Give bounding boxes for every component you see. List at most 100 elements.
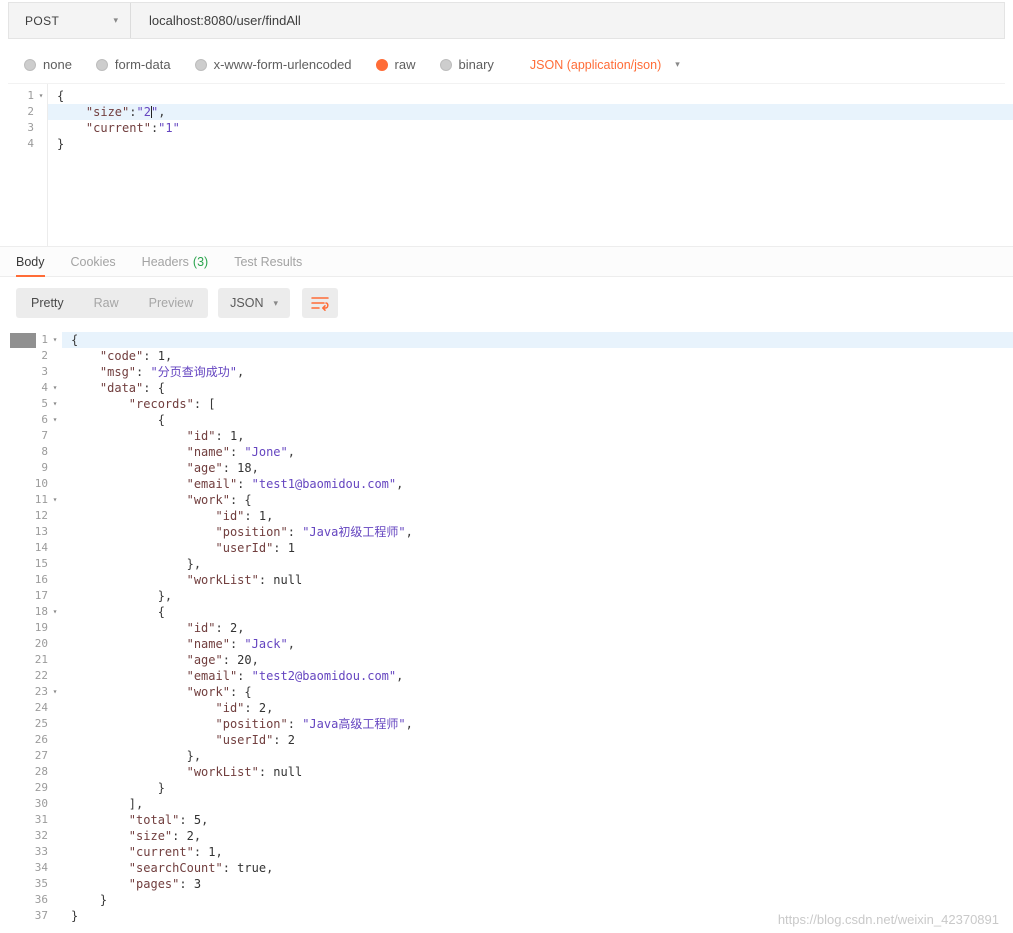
fold-toggle-icon[interactable]: ▾ <box>48 380 62 396</box>
code-text[interactable]: "code": 1, <box>62 348 1013 364</box>
code-line[interactable]: 1▾{ <box>8 332 1013 348</box>
fold-toggle-icon[interactable]: ▾ <box>48 492 62 508</box>
code-line[interactable]: 3 "msg": "分页查询成功", <box>8 364 1013 380</box>
code-line[interactable]: 17 }, <box>8 588 1013 604</box>
code-text[interactable]: "userId": 2 <box>62 732 1013 748</box>
code-text[interactable]: "position": "Java高级工程师", <box>62 716 1013 732</box>
fold-toggle-icon[interactable]: ▾ <box>34 88 48 104</box>
code-line[interactable]: 32 "size": 2, <box>8 828 1013 844</box>
code-line[interactable]: 26 "userId": 2 <box>8 732 1013 748</box>
code-text[interactable]: "work": { <box>62 684 1013 700</box>
code-text[interactable]: "position": "Java初级工程师", <box>62 524 1013 540</box>
body-type-urlencoded[interactable]: x-www-form-urlencoded <box>195 57 352 72</box>
code-line[interactable]: 13 "position": "Java初级工程师", <box>8 524 1013 540</box>
code-line[interactable]: 31 "total": 5, <box>8 812 1013 828</box>
fold-toggle-icon[interactable]: ▾ <box>48 396 62 412</box>
code-text[interactable]: "id": 2, <box>62 620 1013 636</box>
code-text[interactable]: "email": "test2@baomidou.com", <box>62 668 1013 684</box>
code-line[interactable]: 11▾ "work": { <box>8 492 1013 508</box>
response-body-viewer[interactable]: 1▾{2 "code": 1,3 "msg": "分页查询成功",4▾ "dat… <box>8 330 1013 933</box>
code-text[interactable]: "work": { <box>62 492 1013 508</box>
code-text[interactable]: "current": 1, <box>62 844 1013 860</box>
method-select[interactable]: POST ▾ <box>9 3 131 38</box>
code-text[interactable]: "searchCount": true, <box>62 860 1013 876</box>
code-text[interactable]: } <box>62 892 1013 908</box>
code-text[interactable]: "current":"1" <box>48 120 1013 136</box>
fold-toggle-icon[interactable]: ▾ <box>48 604 62 620</box>
code-line[interactable]: 29 } <box>8 780 1013 796</box>
fold-toggle-icon[interactable]: ▾ <box>48 332 62 348</box>
code-line[interactable]: 4} <box>8 136 1013 152</box>
url-input[interactable]: localhost:8080/user/findAll <box>131 3 1004 38</box>
code-line[interactable]: 8 "name": "Jone", <box>8 444 1013 460</box>
code-text[interactable]: { <box>62 412 1013 428</box>
code-line[interactable]: 22 "email": "test2@baomidou.com", <box>8 668 1013 684</box>
code-text[interactable]: "workList": null <box>62 572 1013 588</box>
code-line[interactable]: 34 "searchCount": true, <box>8 860 1013 876</box>
body-type-form-data[interactable]: form-data <box>96 57 171 72</box>
code-line[interactable]: 7 "id": 1, <box>8 428 1013 444</box>
code-text[interactable]: "userId": 1 <box>62 540 1013 556</box>
code-line[interactable]: 35 "pages": 3 <box>8 876 1013 892</box>
code-line[interactable]: 33 "current": 1, <box>8 844 1013 860</box>
code-text[interactable]: } <box>48 136 1013 152</box>
code-line[interactable]: 2 "code": 1, <box>8 348 1013 364</box>
code-line[interactable]: 14 "userId": 1 <box>8 540 1013 556</box>
code-line[interactable]: 12 "id": 1, <box>8 508 1013 524</box>
code-text[interactable]: "records": [ <box>62 396 1013 412</box>
code-line[interactable]: 27 }, <box>8 748 1013 764</box>
code-line[interactable]: 6▾ { <box>8 412 1013 428</box>
tab-test-results[interactable]: Test Results <box>234 247 302 276</box>
code-line[interactable]: 10 "email": "test1@baomidou.com", <box>8 476 1013 492</box>
code-text[interactable]: "id": 2, <box>62 700 1013 716</box>
tab-headers[interactable]: Headers (3) <box>142 247 209 276</box>
code-line[interactable]: 2 "size":"2", <box>8 104 1013 120</box>
code-text[interactable]: "age": 20, <box>62 652 1013 668</box>
code-text[interactable]: }, <box>62 588 1013 604</box>
code-text[interactable]: "size": 2, <box>62 828 1013 844</box>
format-select[interactable]: JSON ▾ <box>218 288 290 318</box>
code-line[interactable]: 28 "workList": null <box>8 764 1013 780</box>
code-text[interactable]: { <box>48 88 1013 104</box>
code-text[interactable]: "size":"2", <box>48 104 1013 120</box>
body-type-binary[interactable]: binary <box>440 57 494 72</box>
code-line[interactable]: 36 } <box>8 892 1013 908</box>
code-text[interactable]: ], <box>62 796 1013 812</box>
code-text[interactable]: "data": { <box>62 380 1013 396</box>
code-line[interactable]: 20 "name": "Jack", <box>8 636 1013 652</box>
code-text[interactable]: "name": "Jone", <box>62 444 1013 460</box>
wrap-button[interactable] <box>302 288 338 318</box>
code-text[interactable]: { <box>62 604 1013 620</box>
view-pretty[interactable]: Pretty <box>16 288 79 318</box>
code-text[interactable]: "workList": null <box>62 764 1013 780</box>
code-text[interactable]: } <box>62 780 1013 796</box>
view-preview[interactable]: Preview <box>134 288 208 318</box>
code-line[interactable]: 21 "age": 20, <box>8 652 1013 668</box>
code-text[interactable]: }, <box>62 748 1013 764</box>
body-type-raw[interactable]: raw <box>376 57 416 72</box>
fold-toggle-icon[interactable]: ▾ <box>48 412 62 428</box>
code-text[interactable]: "email": "test1@baomidou.com", <box>62 476 1013 492</box>
tab-cookies[interactable]: Cookies <box>71 247 116 276</box>
request-body-editor[interactable]: 1▾{2 "size":"2",3 "current":"1"4} <box>8 84 1013 246</box>
code-line[interactable]: 19 "id": 2, <box>8 620 1013 636</box>
code-line[interactable]: 24 "id": 2, <box>8 700 1013 716</box>
raw-type-select[interactable]: JSON (application/json) ▾ <box>530 58 680 72</box>
code-line[interactable]: 30 ], <box>8 796 1013 812</box>
code-line[interactable]: 1▾{ <box>8 88 1013 104</box>
code-text[interactable]: "name": "Jack", <box>62 636 1013 652</box>
code-line[interactable]: 15 }, <box>8 556 1013 572</box>
code-line[interactable]: 5▾ "records": [ <box>8 396 1013 412</box>
code-text[interactable]: }, <box>62 556 1013 572</box>
code-text[interactable]: "total": 5, <box>62 812 1013 828</box>
code-line[interactable]: 4▾ "data": { <box>8 380 1013 396</box>
view-raw[interactable]: Raw <box>79 288 134 318</box>
fold-toggle-icon[interactable]: ▾ <box>48 684 62 700</box>
code-text[interactable]: "pages": 3 <box>62 876 1013 892</box>
code-line[interactable]: 3 "current":"1" <box>8 120 1013 136</box>
code-line[interactable]: 18▾ { <box>8 604 1013 620</box>
code-line[interactable]: 16 "workList": null <box>8 572 1013 588</box>
code-text[interactable]: { <box>62 332 1013 348</box>
tab-body[interactable]: Body <box>16 247 45 276</box>
code-line[interactable]: 23▾ "work": { <box>8 684 1013 700</box>
